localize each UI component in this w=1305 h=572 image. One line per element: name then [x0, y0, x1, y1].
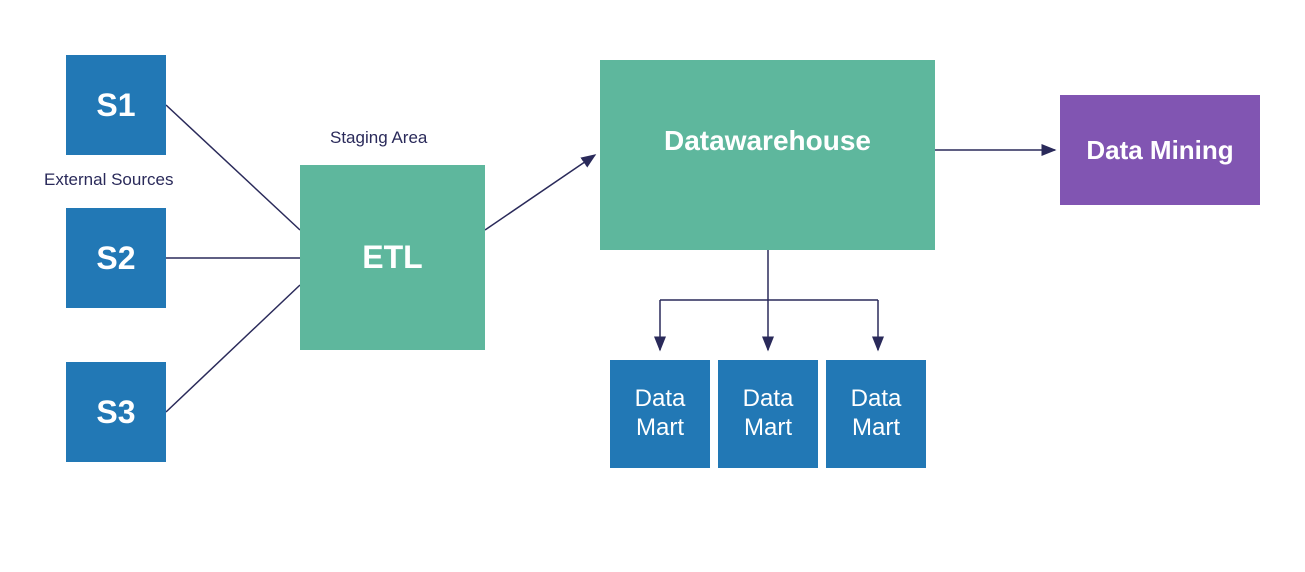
source-box-s3: S3	[66, 362, 166, 462]
source-label-1: S1	[96, 87, 135, 124]
data-mart-box-1: Data Mart	[610, 360, 710, 468]
external-sources-label: External Sources	[44, 170, 173, 190]
source-box-s2: S2	[66, 208, 166, 308]
data-mart-box-3: Data Mart	[826, 360, 926, 468]
etl-box: ETL	[300, 165, 485, 350]
etl-label: ETL	[362, 239, 422, 276]
data-mart-label-1: Data Mart	[610, 385, 710, 443]
source-label-3: S3	[96, 394, 135, 431]
staging-area-label: Staging Area	[330, 128, 427, 148]
data-mart-label-3: Data Mart	[826, 385, 926, 443]
source-box-s1: S1	[66, 55, 166, 155]
data-mining-box: Data Mining	[1060, 95, 1260, 205]
datawarehouse-box: Datawarehouse	[600, 60, 935, 250]
data-mart-label-2: Data Mart	[718, 385, 818, 443]
source-label-2: S2	[96, 240, 135, 277]
datawarehouse-label: Datawarehouse	[664, 125, 871, 157]
data-mart-box-2: Data Mart	[718, 360, 818, 468]
data-mining-label: Data Mining	[1086, 135, 1233, 166]
